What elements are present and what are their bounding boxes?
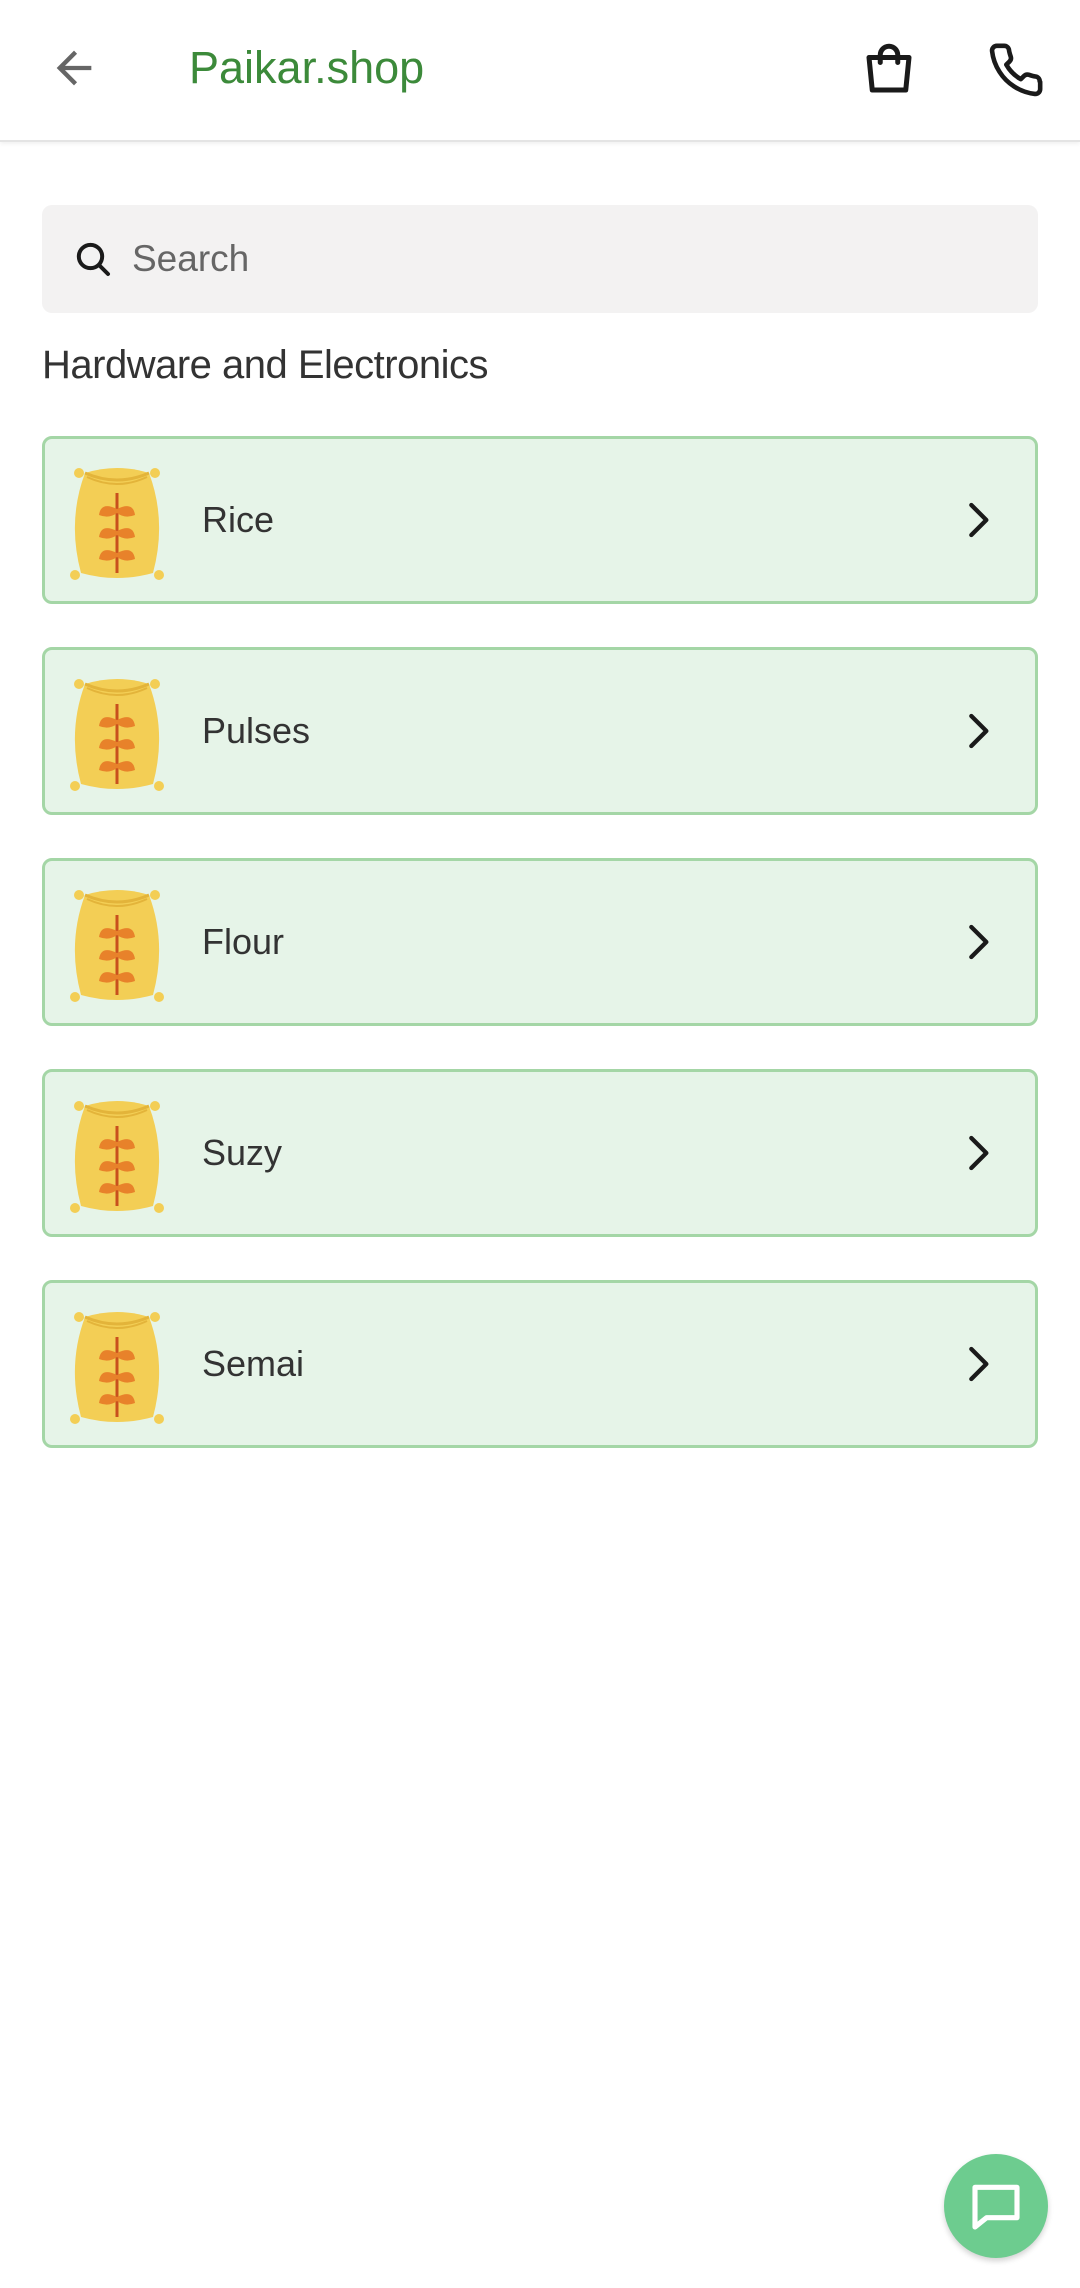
grain-sack-icon: [70, 679, 164, 791]
category-item-flour[interactable]: Flour: [42, 858, 1038, 1026]
grain-sack-icon: [70, 890, 164, 1002]
category-label: Pulses: [202, 710, 311, 751]
chevron-right-icon: [945, 1331, 1011, 1397]
grain-sack-icon: [70, 468, 164, 580]
category-label: Suzy: [202, 1132, 283, 1173]
grain-sack-icon: [70, 1101, 164, 1213]
category-label: Semai: [202, 1343, 305, 1384]
grain-sack-icon: [70, 1312, 164, 1424]
section-title: Hardware and Electronics: [42, 343, 489, 387]
back-button[interactable]: [36, 30, 112, 106]
chevron-right-icon: [945, 1120, 1011, 1186]
arrow-left-icon: [56, 50, 92, 86]
shopping-bag-icon: [866, 43, 912, 93]
chat-button[interactable]: [944, 2154, 1048, 2258]
chevron-right-icon: [945, 698, 1011, 764]
chat-icon: [972, 2184, 1020, 2230]
category-item-semai[interactable]: Semai: [42, 1280, 1038, 1448]
search-icon: [66, 232, 120, 286]
app-bar: Paikar.shop: [0, 0, 1080, 142]
chevron-right-icon: [945, 909, 1011, 975]
app-title: Paikar.shop: [189, 42, 425, 93]
cart-button[interactable]: [849, 30, 929, 110]
category-item-suzy[interactable]: Suzy: [42, 1069, 1038, 1237]
chevron-right-icon: [945, 487, 1011, 553]
category-label: Rice: [202, 499, 275, 540]
phone-icon: [989, 43, 1043, 97]
call-button[interactable]: [976, 30, 1056, 110]
category-item-rice[interactable]: Rice: [42, 436, 1038, 604]
category-item-pulses[interactable]: Pulses: [42, 647, 1038, 815]
search-bar[interactable]: [42, 205, 1038, 313]
category-label: Flour: [202, 921, 285, 962]
search-input[interactable]: [130, 205, 1010, 313]
